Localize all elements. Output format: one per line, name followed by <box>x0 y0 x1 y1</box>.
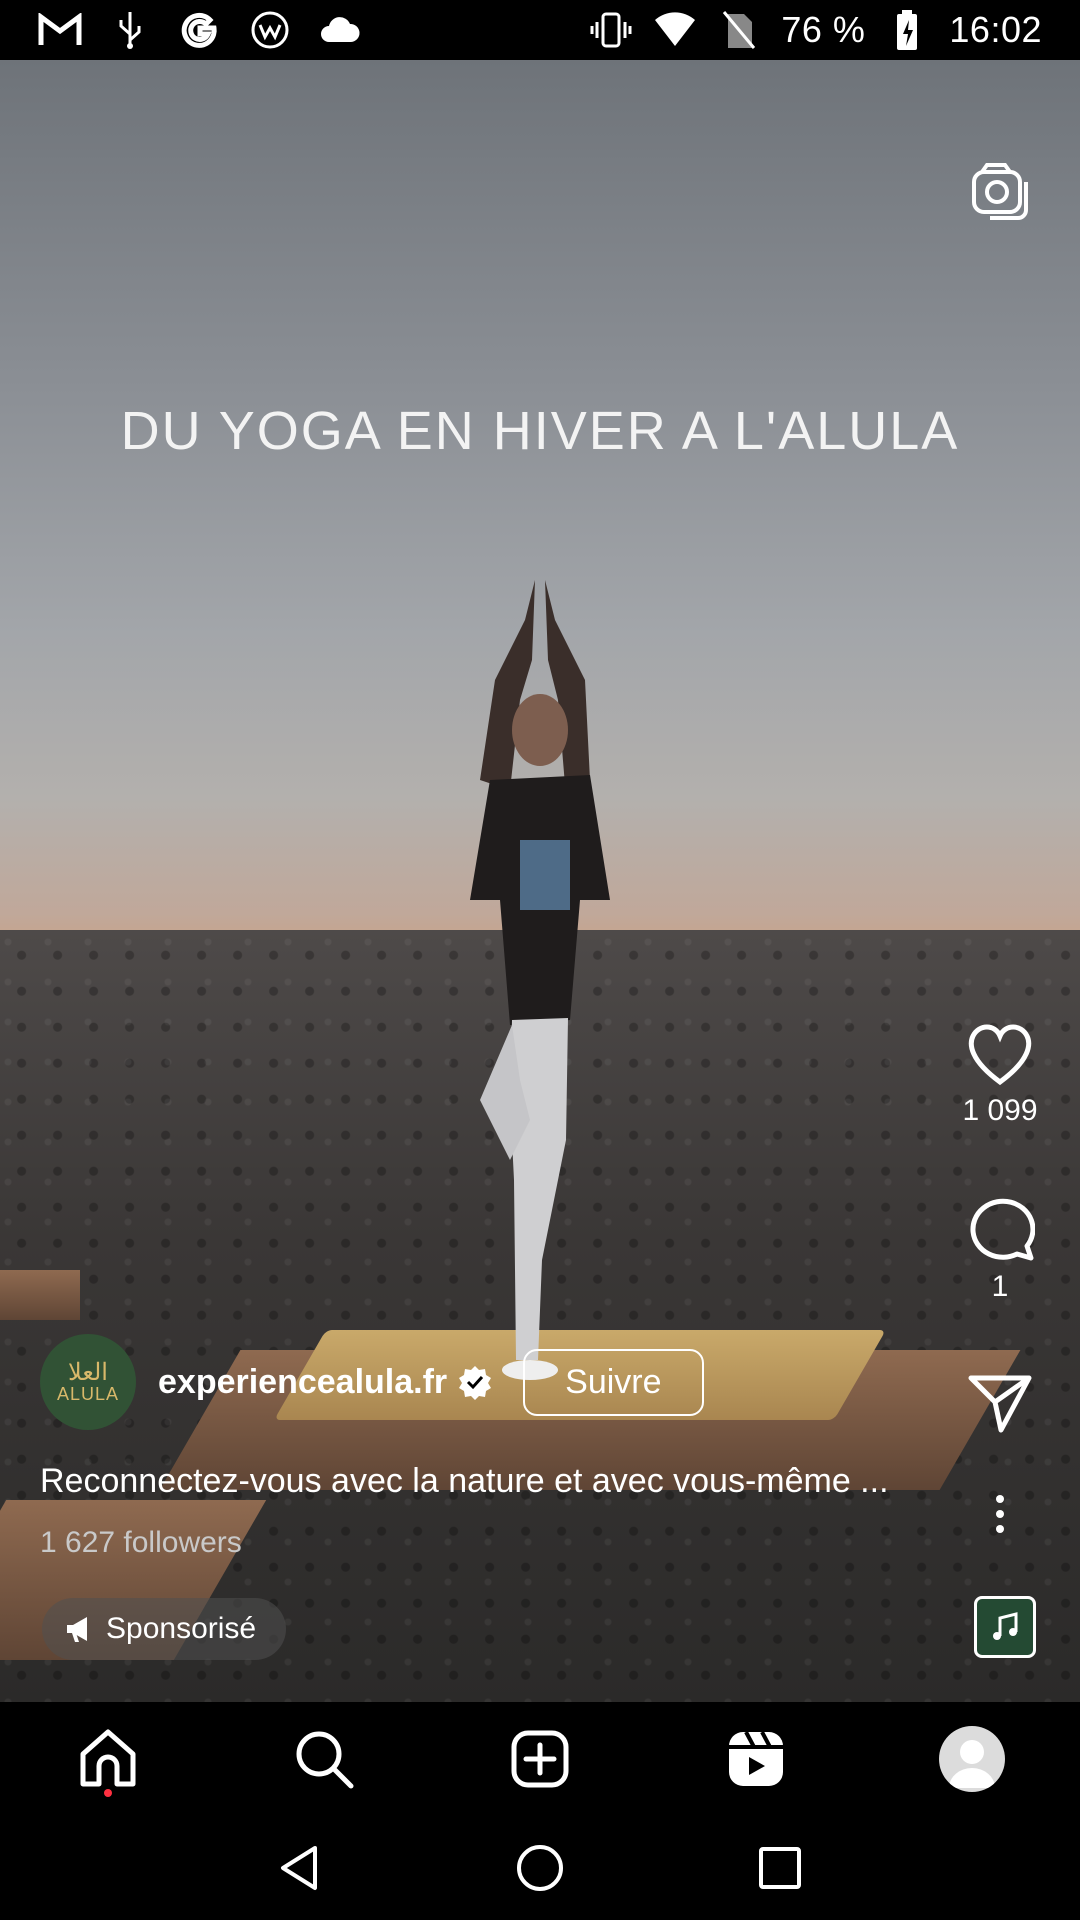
bottom-navigation <box>0 1702 1080 1816</box>
recents-square-icon <box>759 1847 801 1889</box>
recents-button[interactable] <box>750 1838 810 1898</box>
gmail-icon <box>38 10 82 50</box>
clock: 16:02 <box>949 9 1042 50</box>
follow-button[interactable]: Suivre <box>523 1348 704 1416</box>
megaphone-icon <box>67 1617 87 1642</box>
battery-icon <box>885 10 929 50</box>
search-icon <box>296 1731 354 1789</box>
author-row: العلا ALULA experiencealula.fr Suivre <box>40 1334 704 1430</box>
usb-icon <box>108 10 152 50</box>
comment-group: 1 <box>940 1196 1060 1304</box>
wear-icon <box>248 10 292 50</box>
reels-icon <box>729 1731 783 1786</box>
yoga-figure <box>470 580 610 1380</box>
reel-video[interactable]: DU YOGA EN HIVER A L'ALULA <box>0 60 1080 1702</box>
verified-badge-icon <box>457 1364 493 1400</box>
more-vertical-icon <box>996 1495 1004 1533</box>
avatar-logo-latin: ALULA <box>56 1383 120 1404</box>
back-button[interactable] <box>270 1838 330 1898</box>
avatar-logo-arabic: العلا <box>68 1357 108 1386</box>
nav-create[interactable] <box>500 1719 580 1799</box>
profile-icon <box>939 1726 1005 1792</box>
home-notification-dot <box>104 1789 112 1797</box>
platform-far-left <box>0 1270 80 1320</box>
nav-reels[interactable] <box>716 1719 796 1799</box>
music-note-icon <box>993 1612 1018 1640</box>
video-overlay-text: DU YOGA EN HIVER A L'ALULA <box>120 401 960 461</box>
sponsored-label: Sponsorisé <box>106 1612 257 1645</box>
sponsored-badge[interactable]: Sponsorisé <box>42 1598 287 1660</box>
no-sim-icon <box>717 10 761 50</box>
send-icon <box>968 1375 1032 1433</box>
google-icon <box>178 10 222 50</box>
cloud-icon <box>318 10 362 50</box>
music-thumbnail[interactable] <box>974 1596 1036 1658</box>
author-username[interactable]: experiencealula.fr <box>158 1363 447 1402</box>
like-group: 1 099 <box>940 1022 1060 1128</box>
home-icon <box>80 1729 136 1787</box>
comment-button[interactable] <box>940 1196 1060 1262</box>
author-avatar[interactable]: العلا ALULA <box>40 1334 136 1430</box>
nav-profile[interactable] <box>932 1719 1012 1799</box>
share-button[interactable] <box>940 1372 1060 1434</box>
wifi-icon <box>653 10 697 50</box>
camera-icon[interactable] <box>968 160 1032 224</box>
followers-count: 1 627 followers <box>40 1526 242 1559</box>
more-group <box>940 1494 1060 1534</box>
like-button[interactable] <box>940 1022 1060 1086</box>
home-system-button[interactable] <box>510 1838 570 1898</box>
post-caption[interactable]: Reconnectez-vous avec la nature et avec … <box>40 1462 940 1501</box>
home-circle-icon <box>517 1845 563 1891</box>
share-group <box>940 1372 1060 1434</box>
comment-icon <box>970 1198 1035 1261</box>
more-button[interactable] <box>940 1494 1060 1534</box>
nav-home[interactable] <box>68 1719 148 1799</box>
vibrate-icon <box>589 10 633 50</box>
status-bar: 76 % 16:02 <box>0 0 1080 60</box>
system-navigation <box>0 1816 1080 1920</box>
create-icon <box>511 1730 569 1788</box>
comment-count: 1 <box>991 1270 1009 1303</box>
battery-percent: 76 % <box>781 9 866 50</box>
nav-search[interactable] <box>284 1719 364 1799</box>
back-triangle-icon <box>281 1846 317 1890</box>
like-count: 1 099 <box>962 1094 1038 1127</box>
heart-icon <box>968 1024 1032 1086</box>
